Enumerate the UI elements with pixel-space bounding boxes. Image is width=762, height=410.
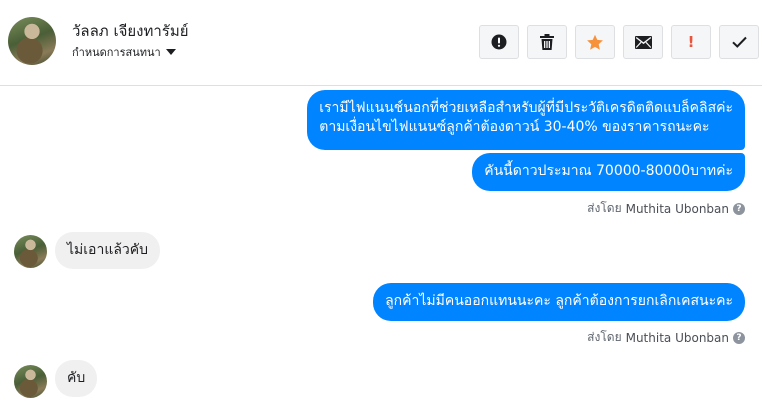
conversation-view: วัลลภ เจียงทารัมย์ กำหนดการสนทนา ! เรามี… [0, 0, 762, 410]
message-line: คับ [67, 370, 86, 386]
sent-by-prefix: ส่งโดย [587, 201, 622, 215]
star-icon [587, 34, 603, 50]
contact-name[interactable]: วัลลภ เจียงทารัมย์ [72, 19, 189, 43]
contact-avatar[interactable] [8, 17, 56, 65]
help-icon[interactable]: ? [733, 202, 745, 215]
help-icon[interactable]: ? [733, 331, 745, 344]
caret-down-icon [165, 49, 176, 55]
trash-icon [540, 34, 554, 50]
schedule-conversation-dropdown[interactable]: กำหนดการสนทนา [72, 43, 176, 61]
alert-circle-icon [491, 34, 507, 50]
message-line: ไม่เอาแล้วคับ [67, 242, 149, 258]
message-line: ตามเงื่อนไขไฟแนนซ์ลูกค้าต้องดาวน์ 30-40%… [319, 119, 710, 135]
mark-unread-button[interactable] [623, 25, 663, 59]
message-line: ลูกค้าไม่มีคนออกแทนนะคะ ลูกค้าต้องการยกเ… [385, 293, 733, 309]
envelope-icon [634, 35, 652, 49]
message-line: เรามีไฟแนนช์นอกที่ช่วยเหลือสำหรับผู้ที่ม… [319, 100, 733, 116]
done-button[interactable] [719, 25, 759, 59]
schedule-conversation-label: กำหนดการสนทนา [72, 46, 161, 59]
incoming-message[interactable]: คับ [55, 360, 98, 397]
check-icon [731, 36, 747, 48]
sent-by-note: ส่งโดย Muthita Ubonban ? [587, 328, 745, 347]
exclamation-icon: ! [687, 32, 695, 51]
sent-by-prefix: ส่งโดย [587, 330, 622, 344]
contact-avatar[interactable] [14, 235, 47, 268]
delete-button[interactable] [527, 25, 567, 59]
incoming-message[interactable]: ไม่เอาแล้วคับ [55, 232, 161, 269]
conversation-toolbar: ! [479, 25, 759, 59]
important-button[interactable]: ! [671, 25, 711, 59]
outgoing-message[interactable]: เรามีไฟแนนช์นอกที่ช่วยเหลือสำหรับผู้ที่ม… [307, 90, 745, 150]
sender-name[interactable]: Muthita Ubonban [626, 202, 729, 216]
sender-name[interactable]: Muthita Ubonban [626, 331, 729, 345]
outgoing-message[interactable]: ลูกค้าไม่มีคนออกแทนนะคะ ลูกค้าต้องการยกเ… [373, 283, 745, 321]
message-line: คันนี้ดาวประมาณ 70000-80000บาทค่ะ [484, 163, 733, 179]
report-button[interactable] [479, 25, 519, 59]
conversation-header: วัลลภ เจียงทารัมย์ กำหนดการสนทนา ! [0, 0, 762, 86]
contact-avatar[interactable] [14, 365, 47, 398]
star-button[interactable] [575, 25, 615, 59]
sent-by-note: ส่งโดย Muthita Ubonban ? [587, 199, 745, 218]
outgoing-message[interactable]: คันนี้ดาวประมาณ 70000-80000บาทค่ะ [472, 153, 745, 191]
